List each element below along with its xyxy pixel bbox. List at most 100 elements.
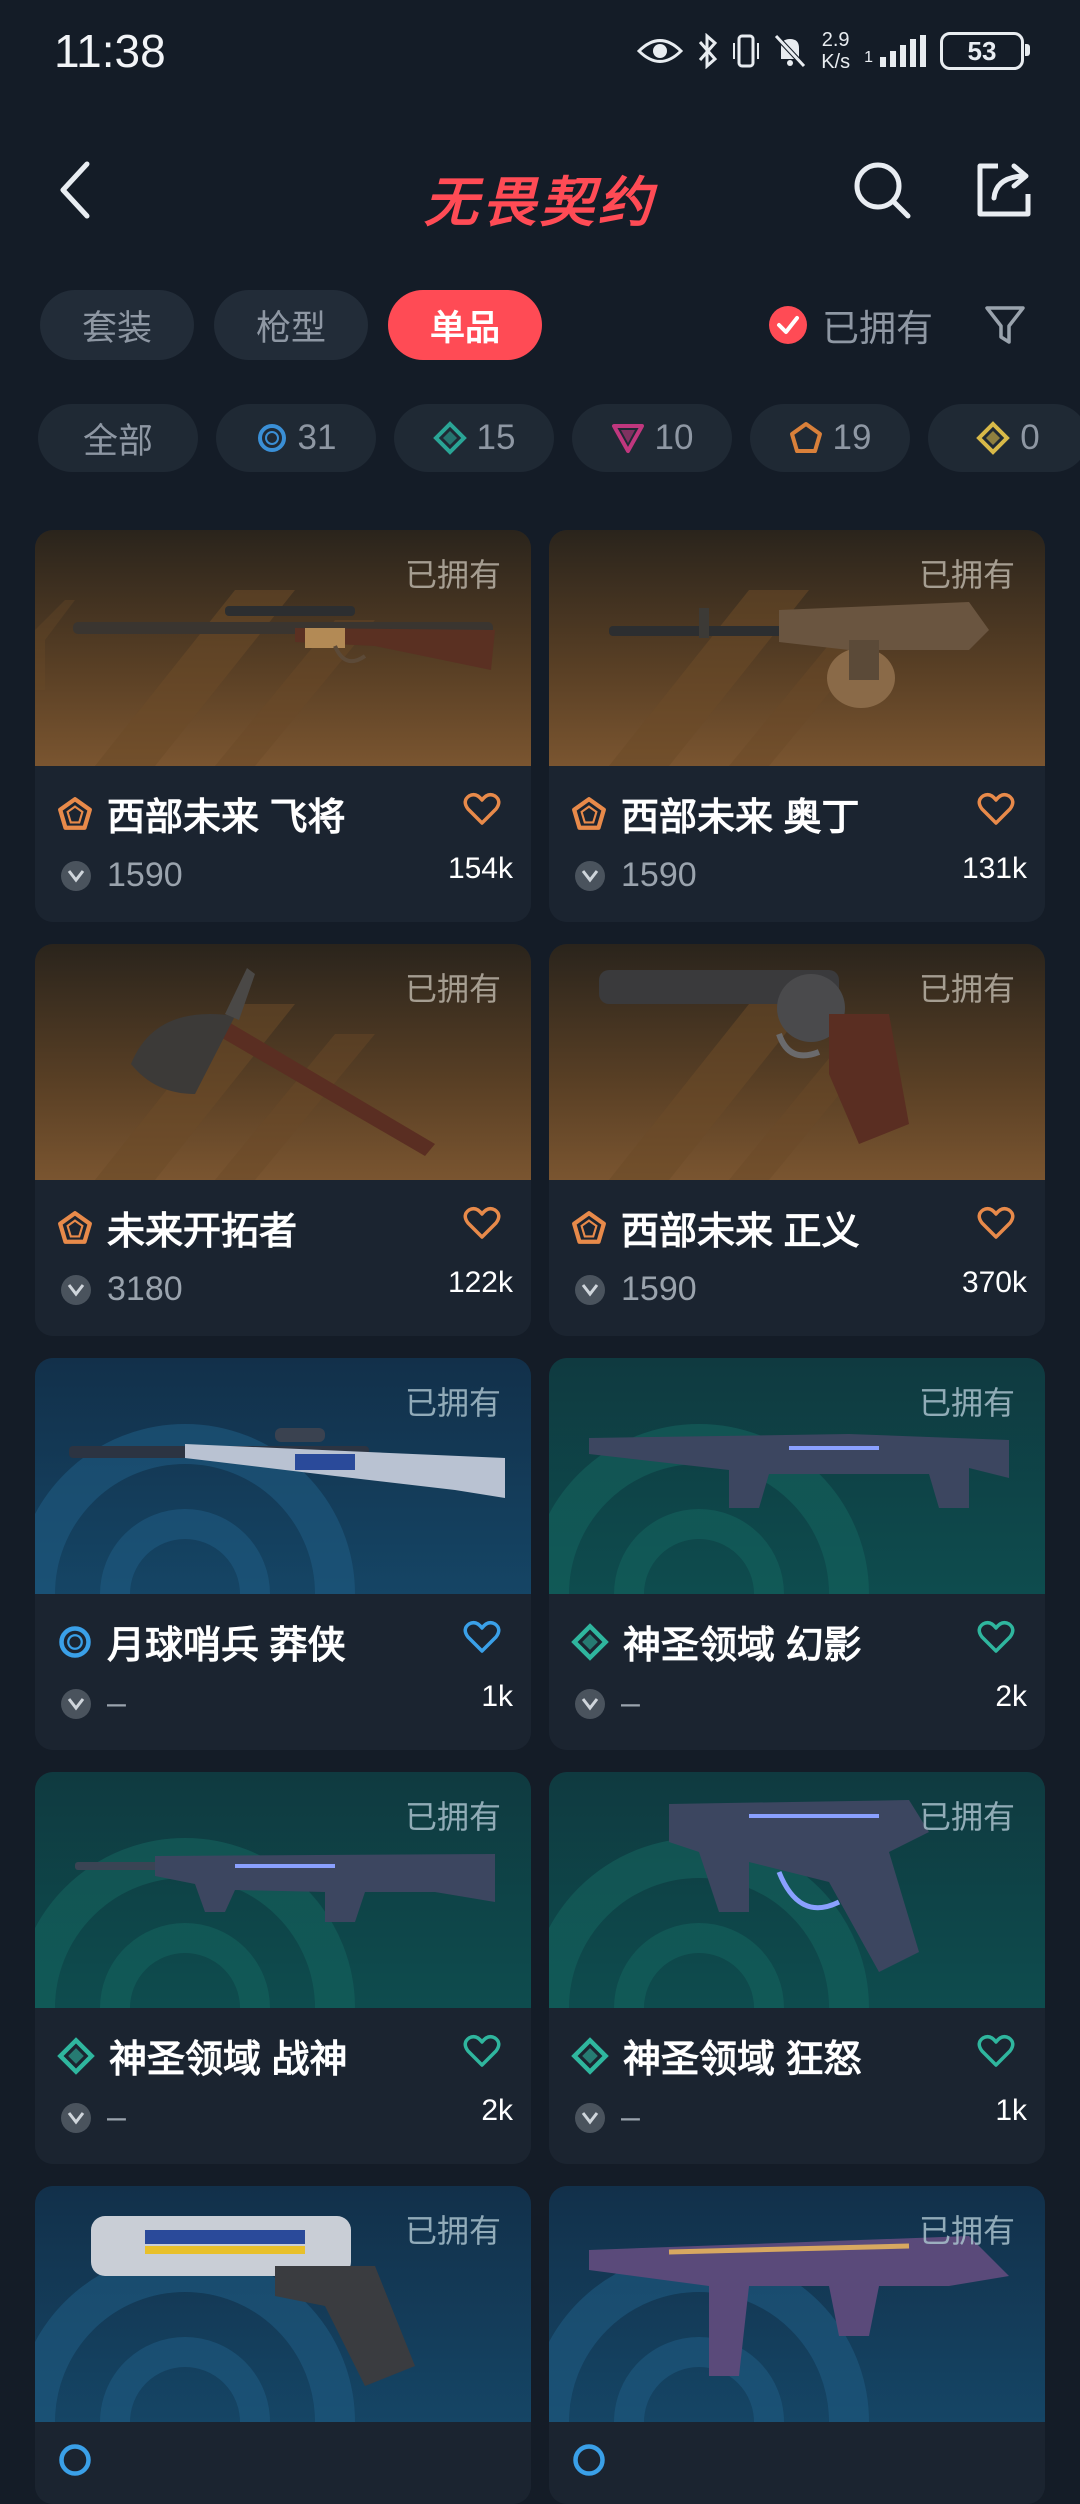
like-count: 122k [447,1266,513,1299]
like-count: 2k [481,2094,513,2127]
owned-tag: 已拥有 [404,2213,501,2249]
skin-name-row [57,2442,107,2478]
owned-filter-label: 已拥有 [822,308,933,349]
skin-card[interactable]: 已拥有 [549,2186,1045,2504]
skin-name: 未来开拓者 [107,1211,298,1253]
owned-tag: 已拥有 [404,1385,501,1421]
favorite-button[interactable] [977,1620,1015,1659]
tab-single-item[interactable]: 单品 [388,290,543,360]
skin-card[interactable]: 已拥有 神圣领域 幻影 – 2k [549,1358,1045,1750]
tab-weapon-type[interactable]: 枪型 [214,290,369,360]
skin-price: – [61,2098,126,2137]
skin-image: 已拥有 [549,1772,1045,2008]
tier-circle-icon [59,1625,91,1658]
skin-price: – [575,1684,640,1723]
heart-icon [977,1206,1015,1239]
skin-image: 已拥有 [35,2186,531,2422]
tier-filter-all[interactable]: 全部 [38,404,198,472]
skin-info: 神圣领域 幻影 – 2k [549,1594,1045,1750]
skin-name-row: 神圣领域 战神 [57,2028,348,2083]
skin-name: 月球哨兵 莽侠 [107,1625,346,1667]
price-value: 1590 [621,856,697,894]
tier-filter-deluxe[interactable]: 31 [216,404,376,472]
skin-name-row: 未来开拓者 [57,1200,297,1255]
favorite-button[interactable] [463,792,501,831]
skin-card[interactable]: 已拥有 神圣领域 战神 – 2k [35,1772,531,2164]
filter-button[interactable] [965,290,1045,360]
status-icons: 2.9 K/s 1 53 [637,26,1030,76]
skin-name-row: 神圣领域 狂怒 [571,2028,862,2083]
checked-icon [769,306,807,344]
top-app-bar: 无畏契约 [0,140,1080,240]
skin-image: 已拥有 [549,530,1045,766]
skin-info: 月球哨兵 莽侠 – 1k [35,1594,531,1750]
net-speed: 2.9 K/s [821,29,851,73]
skin-name-row: 神圣领域 幻影 [571,1614,862,1669]
share-icon [977,163,1031,217]
tab-set[interactable]: 套装 [40,290,195,360]
battery-icon: 53 [940,32,1030,70]
heart-icon [463,2034,501,2067]
tier-pentagon-icon [572,1210,606,1244]
tier-filter-exclusive[interactable]: 10 [572,404,732,472]
tier-diamond-icon [57,2036,95,2075]
skin-name-row: 西部未来 飞将 [57,786,346,841]
owned-tag: 已拥有 [918,1385,1015,1421]
skin-image: 已拥有 [35,944,531,1180]
tier-pentagon-icon [58,796,92,830]
skin-card[interactable]: 已拥有 西部未来 奥丁 1590 131k [549,530,1045,922]
tier-circle-icon [59,2444,91,2476]
owned-tag: 已拥有 [918,971,1015,1007]
owned-filter-toggle[interactable]: 已拥有 [768,290,933,360]
tier-filter-ultra[interactable]: 0 [928,404,1080,472]
search-button[interactable] [842,150,922,230]
skin-name-row: 西部未来 正义 [571,1200,860,1255]
skin-image: 已拥有 [549,2186,1045,2422]
vp-currency-icon [575,1274,605,1305]
tier-gold-diamond-icon [976,421,1011,455]
like-count: 131k [961,852,1027,885]
eye-icon [637,36,684,66]
like-count: 370k [961,1266,1027,1299]
skin-image: 已拥有 [35,1772,531,2008]
favorite-button[interactable] [977,1206,1015,1245]
heart-icon [977,792,1015,825]
tier-diamond-icon [571,2036,609,2075]
skin-info: 神圣领域 狂怒 – 1k [549,2008,1045,2164]
favorite-button[interactable] [463,2034,501,2073]
tier-filter-premium[interactable]: 19 [750,404,910,472]
tier-triangle-icon [611,424,644,453]
skin-info: 神圣领域 战神 – 2k [35,2008,531,2164]
skin-name: 神圣领域 幻影 [623,1625,862,1667]
tier-filter-select[interactable]: 15 [394,404,554,472]
favorite-button[interactable] [977,2034,1015,2073]
status-bar: 11:38 2.9 K/s 1 53 [0,0,1080,110]
favorite-button[interactable] [463,1206,501,1245]
owned-tag: 已拥有 [918,1799,1015,1835]
vp-currency-icon [61,1688,91,1719]
heart-icon [463,792,501,825]
tier-circle-icon [573,2444,605,2476]
owned-tag: 已拥有 [918,2213,1015,2249]
share-button[interactable] [964,150,1044,230]
skin-name-row: 西部未来 奥丁 [571,786,860,841]
skin-card[interactable]: 已拥有 未来开拓者 3180 122k [35,944,531,1336]
vp-currency-icon [575,2102,605,2133]
tier-pentagon-icon [58,1210,92,1244]
filter-icon [985,306,1025,344]
vp-currency-icon [61,1274,91,1305]
tier-filter-bar: 全部 31 15 10 19 0 [38,404,1080,474]
skin-info: 西部未来 奥丁 1590 131k [549,766,1045,922]
skin-card[interactable]: 已拥有 神圣领域 狂怒 – 1k [549,1772,1045,2164]
skin-card[interactable]: 已拥有 西部未来 飞将 1590 154k [35,530,531,922]
status-time: 11:38 [54,25,166,77]
tier-pentagon-icon [572,796,606,830]
skin-card[interactable]: 已拥有 [35,2186,531,2504]
skin-card[interactable]: 已拥有 西部未来 正义 1590 370k [549,944,1045,1336]
price-value: 3180 [107,1270,183,1308]
category-tabs: 套装 枪型 单品 [40,290,543,360]
skin-name: 西部未来 正义 [621,1211,860,1253]
favorite-button[interactable] [463,1620,501,1659]
skin-card[interactable]: 已拥有 月球哨兵 莽侠 – 1k [35,1358,531,1750]
favorite-button[interactable] [977,792,1015,831]
